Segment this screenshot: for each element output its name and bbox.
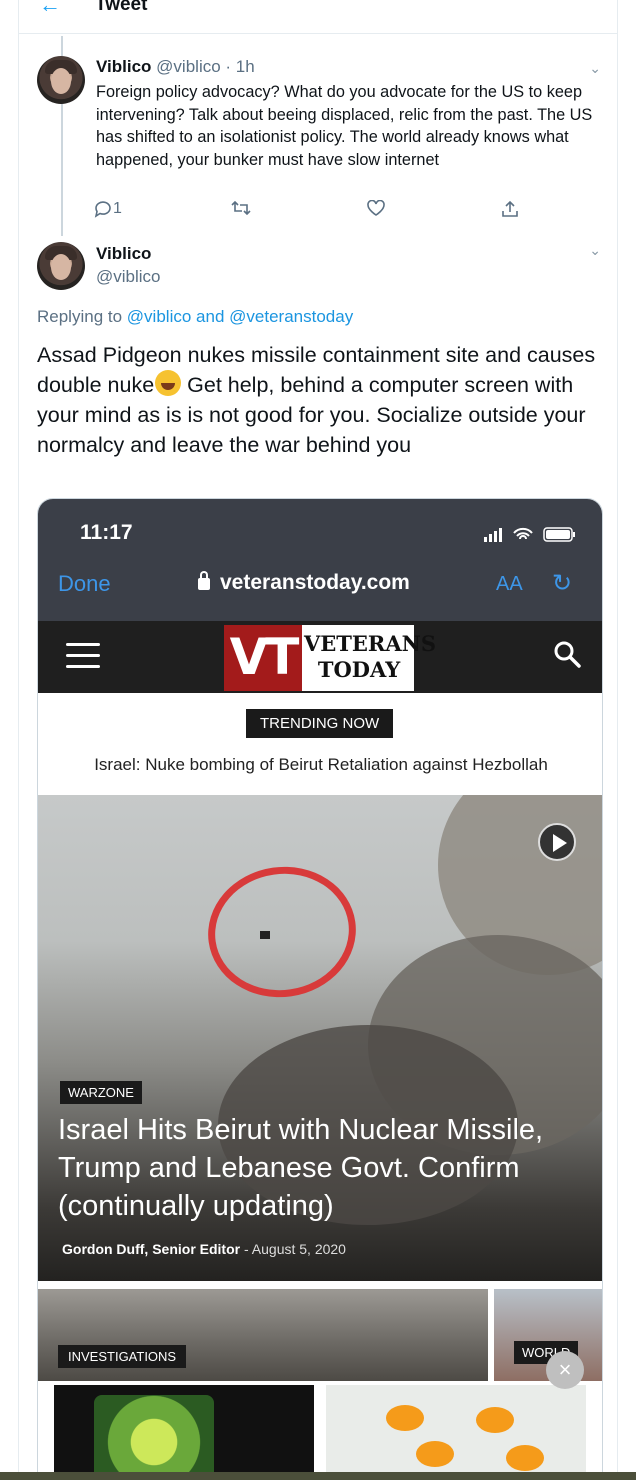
hero-article[interactable]: WARZONE Israel Hits Beirut with Nuclear … [38,795,602,1281]
author-handle[interactable]: @viblico [96,267,161,287]
mention-link[interactable]: @viblico [127,307,192,326]
top-bar: ← Tweet [19,0,617,34]
author-name[interactable]: Viblico [96,57,151,76]
close-icon[interactable]: × [546,1351,584,1389]
reload-icon[interactable]: ↻ [552,569,572,598]
category-badge[interactable]: WARZONE [60,1081,142,1104]
logo-text: TODAY [317,657,401,682]
date: - August 5, 2020 [244,1241,346,1257]
share-icon [502,200,518,217]
trending-badge: TRENDING NOW [246,709,394,738]
category-badge[interactable]: INVESTIGATIONS [58,1345,187,1368]
ios-browser-bar: 11:17 Done veteranstoday.com AA ↻ [38,499,602,621]
article-row: INVESTIGATIONS WORLD [38,1289,602,1381]
logo-text: VETERANS [304,631,437,656]
url-text: veteranstoday.com [220,571,410,594]
author-handle[interactable]: @viblico [156,57,221,76]
reply-icon [94,201,111,218]
article-thumbnail[interactable] [326,1385,586,1480]
logo-mark: VT [224,625,302,691]
author-name[interactable]: Viblico [96,244,151,264]
author: Gordon Duff, Senior Editor [62,1241,241,1257]
menu-icon[interactable] [66,643,100,669]
share-button[interactable] [501,200,519,223]
laughing-emoji-icon [155,370,182,396]
tweet-author-line: Viblico @viblico · 1h [96,57,255,77]
avatar[interactable] [37,242,85,290]
search-icon[interactable] [552,639,582,669]
hero-headline[interactable]: Israel Hits Beirut with Nuclear Missile,… [58,1111,578,1225]
reply-count: 1 [113,200,122,217]
trending-link[interactable]: Israel: Nuke bombing of Beirut Retaliati… [38,755,602,775]
tweet-actions: 1 [93,199,523,223]
arrow-left-icon[interactable]: ← [39,0,61,18]
retweet-button[interactable] [231,200,251,221]
mention-link[interactable]: @veteranstoday [229,307,353,326]
reply-button[interactable]: 1 [93,200,122,220]
site-logo[interactable]: VT VETERANS TODAY [224,625,437,691]
text-size-button[interactable]: AA [496,573,523,596]
replying-label: Replying to [37,307,123,326]
retweet-icon [231,200,251,216]
window-bottom-strip [0,1472,636,1480]
heart-icon [367,199,385,216]
replying-to: Replying to @viblico and @veteranstoday [37,307,353,327]
chevron-down-icon[interactable]: ⌄ [589,60,601,77]
play-icon[interactable] [538,823,576,861]
site-navbar: VT VETERANS TODAY [38,621,602,693]
avatar[interactable] [37,56,85,104]
tweet-time[interactable]: · 1h [225,57,254,76]
like-button[interactable] [367,199,385,221]
page-title: Tweet [95,0,148,15]
article-thumbnail[interactable] [54,1385,314,1480]
mention-connector: and [196,307,225,326]
address-bar[interactable]: veteranstoday.com [198,571,410,595]
chevron-down-icon[interactable]: ⌄ [589,242,601,259]
trending-section: TRENDING NOW Israel: Nuke bombing of Bei… [38,693,602,795]
tweet-text: Foreign policy advocacy? What do you adv… [96,83,593,169]
tweet-text: Assad Pidgeon nukes missile containment … [37,340,612,460]
tweet-media-image[interactable]: 11:17 Done veteranstoday.com AA ↻ VT VET… [37,498,603,1480]
byline: Gordon Duff, Senior Editor - August 5, 2… [62,1241,346,1257]
done-button[interactable]: Done [58,571,111,597]
article-row [38,1381,602,1480]
bird-silhouette [260,931,270,939]
tweet-page: ← Tweet Viblico @viblico · 1h ⌄ Foreign … [18,0,618,1480]
lock-icon [198,571,210,590]
annotation-circle [199,857,365,1007]
status-icons [484,527,575,542]
status-clock: 11:17 [80,521,133,544]
